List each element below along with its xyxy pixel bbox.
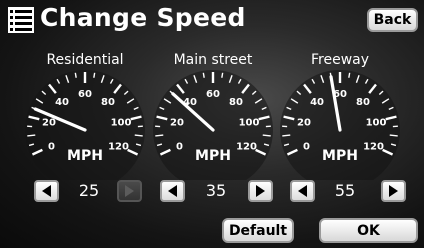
dial-tick-label: 120 xyxy=(236,142,257,153)
freeway-increase-button[interactable] xyxy=(381,180,406,202)
main-street-decrease-button[interactable] xyxy=(160,180,185,202)
back-button[interactable]: Back xyxy=(367,8,418,32)
page-title: Change Speed xyxy=(40,3,246,32)
dial-unit-label: MPH xyxy=(322,148,358,164)
menu-list-icon xyxy=(8,7,34,33)
dial-tick xyxy=(389,134,398,137)
dial-tick-label: 0 xyxy=(303,142,310,153)
main-street-speed-value: 35 xyxy=(205,181,227,200)
dial-tick-label: 0 xyxy=(48,142,55,153)
change-speed-screen: Change Speed Back Residential 0 20 40 60 80 1… xyxy=(0,0,424,248)
dial-tick-label: 20 xyxy=(42,117,56,128)
speedometer-dial: 020406080100120MPH xyxy=(153,70,273,180)
dial-tick xyxy=(262,134,271,137)
speed-gauge-freeway: 0 20 40 60 80 100 120 MPH xyxy=(275,50,405,180)
left-arrow-icon xyxy=(42,185,51,197)
dial-tick-label: 60 xyxy=(78,89,92,100)
speedometer-dial: 0 20 40 60 80 100 120 MPH xyxy=(25,70,145,180)
dial-tick-label: 80 xyxy=(356,97,370,108)
speed-gauge-main-street: 0 20 40 60 80 100 120 MPH xyxy=(148,50,278,180)
dial-tick xyxy=(27,134,36,137)
dial-tick xyxy=(348,72,351,78)
dial-tick xyxy=(221,72,224,78)
ok-button[interactable]: OK xyxy=(319,218,418,243)
dial-tick xyxy=(155,134,164,137)
speedometer-dial: 020406080100120MPH xyxy=(280,70,400,180)
dial-tick xyxy=(134,134,143,137)
speed-gauge-residential: 0 20 40 60 80 100 120 MPH xyxy=(20,50,150,180)
dial-tick-label: 100 xyxy=(366,117,387,128)
residential-decrease-button[interactable] xyxy=(34,180,59,202)
dial-tick-label: 0 xyxy=(176,142,183,153)
freeway-decrease-button[interactable] xyxy=(290,180,315,202)
dial-unit-label: MPH xyxy=(67,148,103,164)
dial-tick-label: 120 xyxy=(363,142,384,153)
main-street-increase-button[interactable] xyxy=(248,180,273,202)
freeway-speed-value: 55 xyxy=(334,181,356,200)
dial-tick-label: 40 xyxy=(310,97,324,108)
dial-tick xyxy=(202,72,205,78)
dial-tick-label: 100 xyxy=(239,117,260,128)
left-arrow-icon xyxy=(298,185,307,197)
dial-tick-label: 60 xyxy=(206,89,220,100)
residential-speed-value: 25 xyxy=(78,181,100,200)
dial-tick xyxy=(282,134,291,137)
right-arrow-icon xyxy=(256,185,265,197)
dial-tick-label: 80 xyxy=(229,97,243,108)
right-arrow-icon xyxy=(389,185,398,197)
dial-tick-label: 120 xyxy=(108,142,129,153)
default-button[interactable]: Default xyxy=(222,218,294,243)
dial-tick-label: 40 xyxy=(55,97,69,108)
dial-tick xyxy=(93,72,96,78)
right-arrow-icon xyxy=(125,185,134,197)
dial-tick-label: 20 xyxy=(170,117,184,128)
dial-tick-label: 20 xyxy=(297,117,311,128)
residential-increase-button[interactable] xyxy=(117,180,142,202)
dial-tick-label: 80 xyxy=(101,97,115,108)
dial-tick xyxy=(74,72,77,78)
dial-unit-label: MPH xyxy=(195,148,231,164)
dial-tick-label: 100 xyxy=(111,117,132,128)
left-arrow-icon xyxy=(168,185,177,197)
